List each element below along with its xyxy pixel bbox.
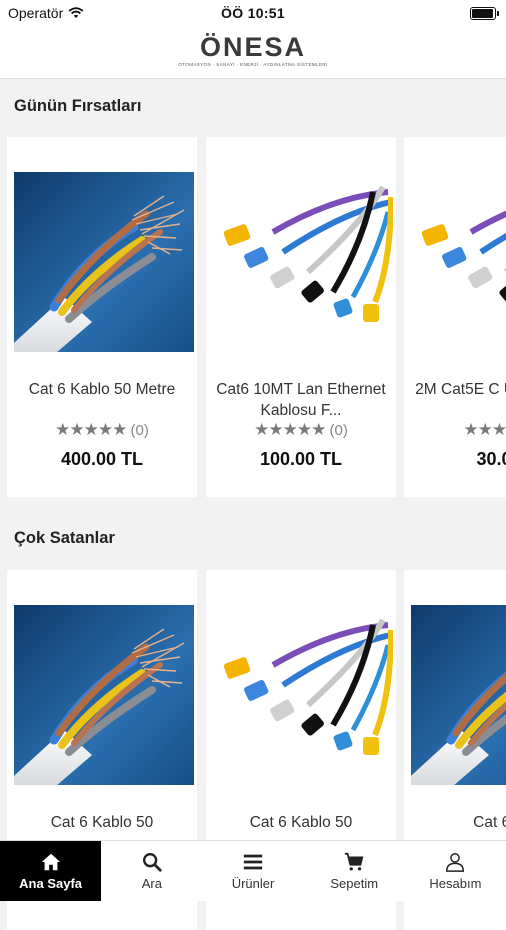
star-rating-icon: ★★★★★ [55,420,127,439]
product-rating: ★★★★★ [404,420,506,440]
home-icon [41,853,60,871]
status-time: ÖÖ 10:51 [221,5,285,21]
section-title-deals: Günün Fırsatları [14,97,142,115]
tab-cart[interactable]: Sepetim [304,841,405,901]
tab-label: Ara [141,876,162,891]
product-image [213,172,393,352]
menu-icon [243,854,263,870]
product-price: 400.00 TL [60,449,144,469]
status-bar: Operatör ÖÖ 10:51 [0,0,506,26]
tab-home[interactable]: Ana Sayfa [0,841,102,901]
product-image [411,172,506,352]
tab-label: Ürünler [231,876,275,891]
search-icon [142,853,162,872]
app-header: ÖNESA OTOMASYON · SANAYİ · ENERJİ · AYDI… [0,26,506,79]
product-price: 30.00 [476,449,506,469]
tab-label: Hesabım [429,876,482,891]
rating-count: (0) [329,422,348,439]
brand-name: ÖNESA [199,32,307,62]
tab-label: Sepetim [330,876,379,891]
product-image [213,605,393,785]
product-image [14,605,194,785]
battery-icon [470,7,499,20]
product-title: Cat 6 Kablo 50 Metre [28,381,176,398]
product-rating: ★★★★★ (0) [206,420,396,440]
product-card[interactable]: Cat 6 Kablo 50 Metre ★★★★★ (0) 400.00 TL [7,137,197,497]
tab-products[interactable]: Ürünler [202,841,303,901]
brand-logo: ÖNESA OTOMASYON · SANAYİ · ENERJİ · AYDI… [0,32,506,67]
star-rating-icon: ★★★★★ [463,420,506,439]
user-icon [446,853,465,872]
bottom-tab-bar: Ana Sayfa Ara Ürünler Sepetim Hesabım [0,840,506,901]
product-rating: ★★★★★ (0) [7,420,197,440]
product-card[interactable]: Cat6 10MT Lan Ethernet Kablosu F... ★★★★… [206,137,396,497]
product-image [411,605,506,785]
rating-count: (0) [130,422,149,439]
tab-search[interactable]: Ara [101,841,202,901]
product-carousel-deals[interactable]: Cat 6 Kablo 50 Metre ★★★★★ (0) 400.00 TL… [0,137,506,497]
tab-label: Ana Sayfa [19,876,83,891]
product-title: 2M Cat5E C UTP Sarı N [415,381,506,398]
star-rating-icon: ★★★★★ [254,420,326,439]
section-title-bestsellers: Çok Satanlar [14,529,115,547]
product-price: 100.00 TL [259,449,343,469]
product-title: Cat6 10MT Lan Ethernet Kablosu F... [216,381,386,419]
product-image [14,172,194,352]
cart-icon [345,852,364,871]
tab-account[interactable]: Hesabım [405,841,506,901]
brand-tagline: OTOMASYON · SANAYİ · ENERJİ · AYDINLATMA… [178,62,328,67]
product-card[interactable]: 2M Cat5E C UTP Sarı N ★★★★★ 30.00 [404,137,506,497]
